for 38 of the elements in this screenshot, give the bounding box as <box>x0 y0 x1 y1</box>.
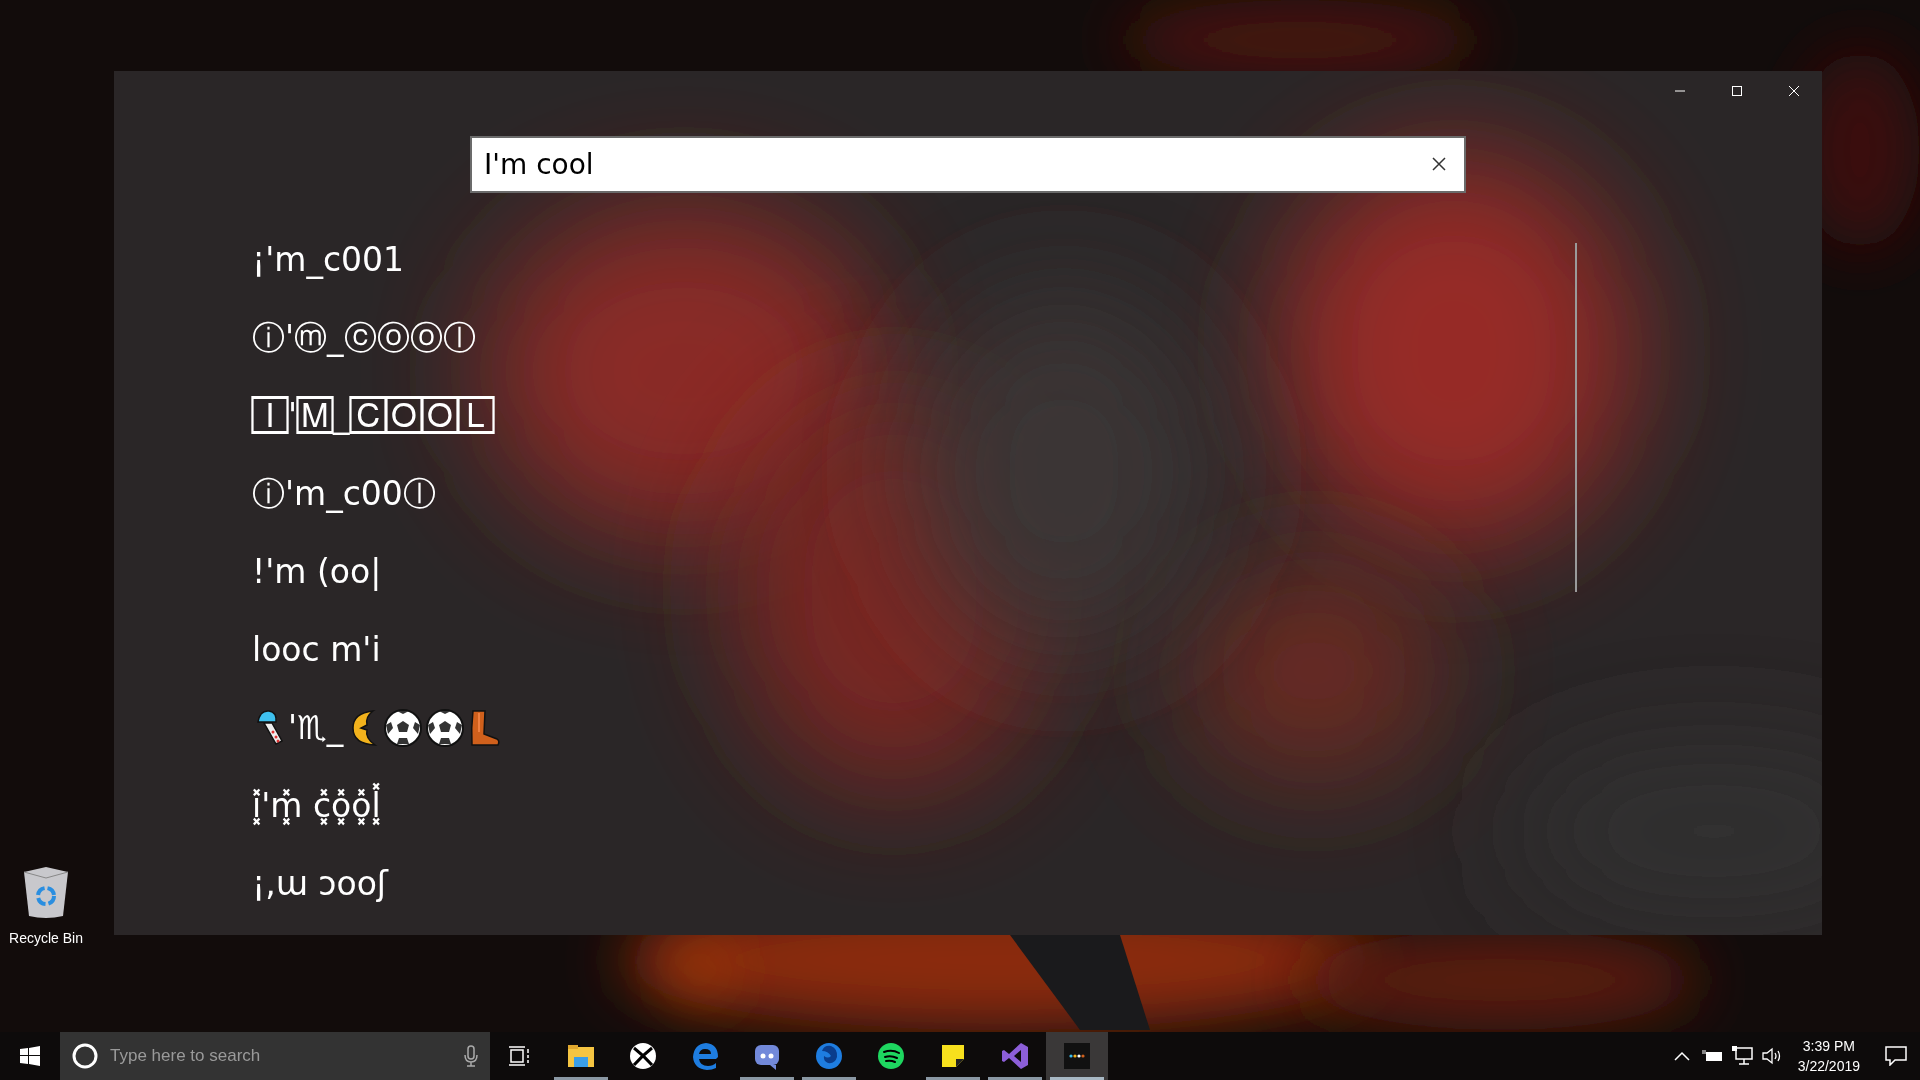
result-item[interactable]: ¡,ɯ ɔooʃ <box>252 845 1822 923</box>
result-item[interactable]: 🄸'🄼_🄲🄾🄾🄻 <box>252 377 1822 455</box>
search-field[interactable]: I'm cool <box>470 136 1466 193</box>
result-text[interactable]: '♏_ <box>288 703 344 753</box>
clear-icon[interactable] <box>1432 157 1446 171</box>
desktop-icon-label[interactable]: Recycle Bin <box>9 928 83 949</box>
spotify-icon <box>876 1041 906 1071</box>
result-item[interactable]: !'m (oo| <box>252 533 1822 611</box>
xbox-icon <box>628 1041 658 1071</box>
result-item[interactable]: ⓘ'ⓜ_ⓒⓞⓞⓛ <box>252 299 1822 377</box>
soccer-ball-icon <box>425 708 466 748</box>
firefox-icon <box>814 1041 844 1071</box>
app-icon <box>1062 1041 1092 1071</box>
notification-icon <box>1885 1046 1907 1066</box>
taskbar-app-button[interactable] <box>1046 1032 1108 1080</box>
windows-icon <box>20 1046 40 1066</box>
maximize-icon <box>1730 85 1743 97</box>
microphone-icon[interactable] <box>464 1045 478 1067</box>
visual-studio-icon <box>1000 1041 1030 1071</box>
chevron-up-icon[interactable] <box>1673 1051 1690 1061</box>
volume-icon[interactable] <box>1761 1047 1782 1065</box>
battery-icon[interactable] <box>1701 1049 1724 1063</box>
close-icon <box>1787 85 1800 97</box>
edge-icon <box>690 1041 720 1071</box>
clock-time[interactable]: 3:39 PM <box>1802 1036 1855 1056</box>
recycle-bin-icon[interactable] <box>21 866 71 920</box>
task-view-icon <box>509 1046 531 1066</box>
scrollbar[interactable] <box>1575 243 1577 592</box>
cortana-icon <box>72 1043 98 1069</box>
network-icon[interactable] <box>1731 1046 1754 1066</box>
result-item[interactable]: ⓘ'm_c00ⓛ <box>252 455 1822 533</box>
clock-date[interactable]: 3/22/2019 <box>1797 1056 1860 1076</box>
result-item[interactable]: ¡'m_c001 <box>252 221 1822 299</box>
result-item[interactable]: looc m'i <box>252 611 1822 689</box>
soccer-ball-icon <box>383 708 424 748</box>
result-item[interactable]: i͓̽'m͓̽ c͓̽o͓̽o͓̽l͓̽ <box>252 767 1822 845</box>
taskbar-search-field[interactable]: Type here to search <box>60 1032 490 1080</box>
search-placeholder: Type here to search <box>110 1045 262 1068</box>
